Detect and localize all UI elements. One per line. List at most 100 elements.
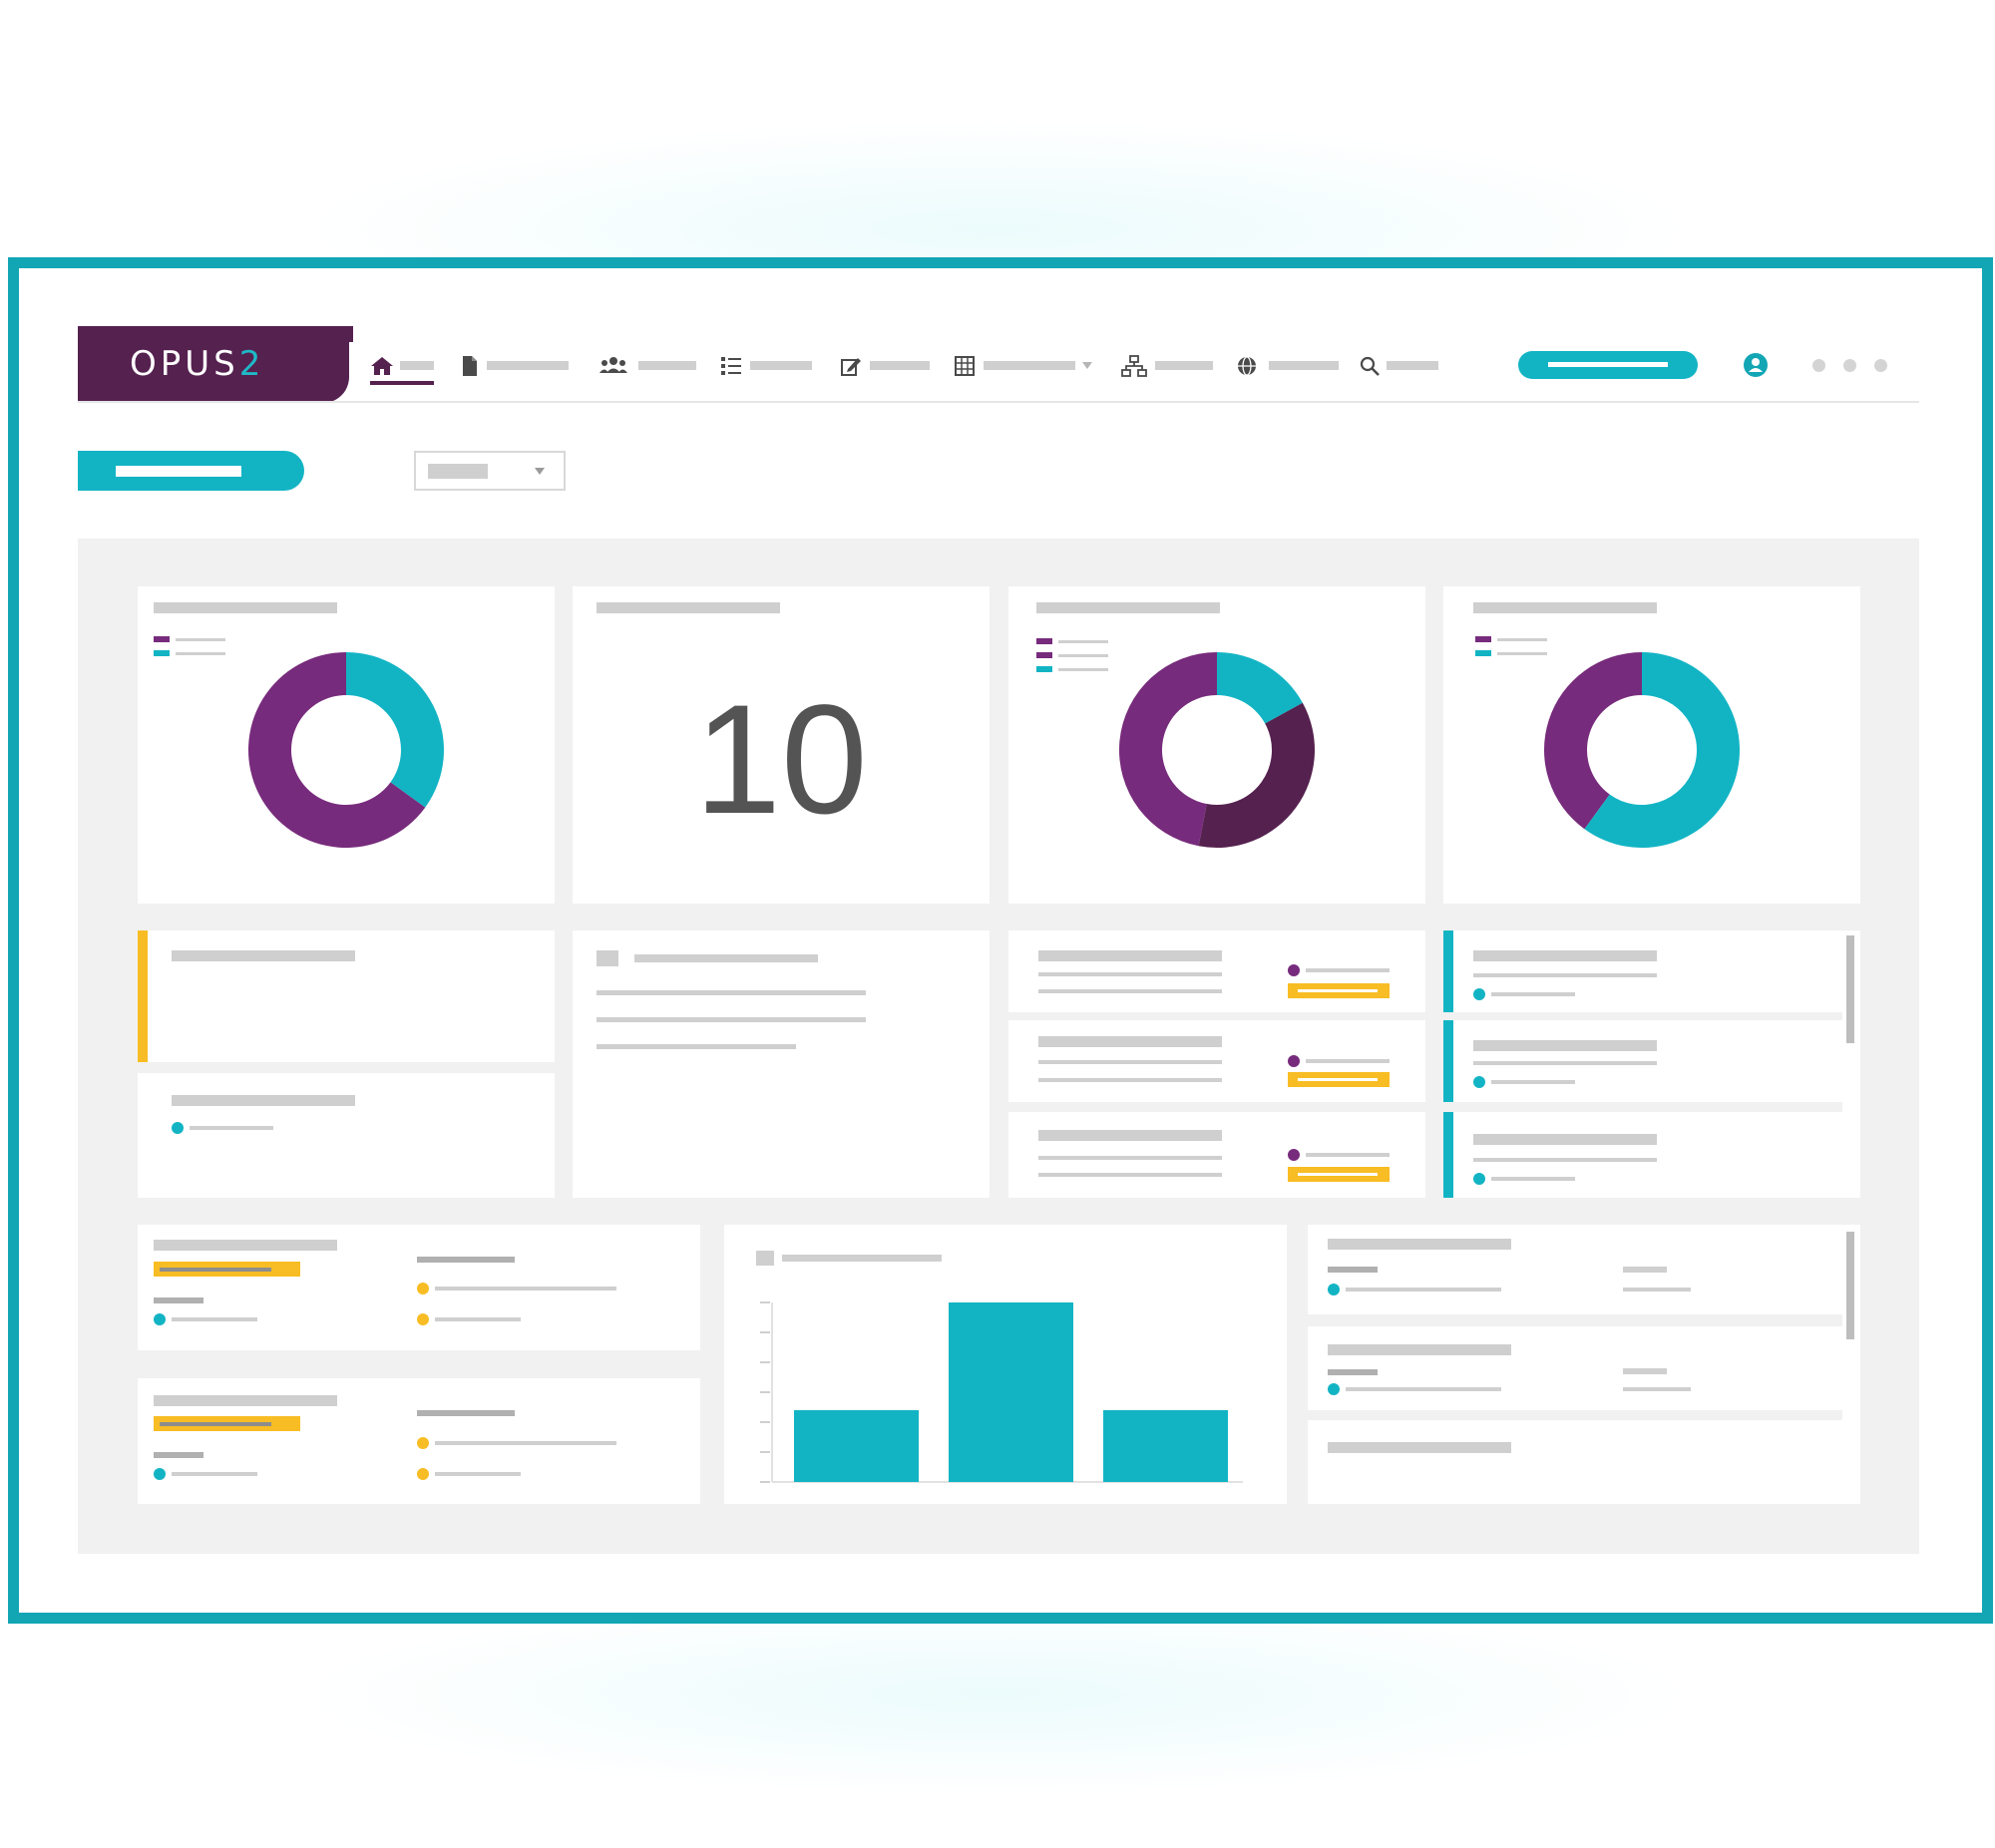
list-item[interactable] xyxy=(1443,1112,1842,1198)
button-label-placeholder xyxy=(1548,362,1668,367)
matter-meta-placeholder xyxy=(435,1287,616,1291)
item-text-placeholder xyxy=(1038,1060,1222,1064)
bar[interactable] xyxy=(949,1302,1073,1482)
bar[interactable] xyxy=(794,1410,919,1482)
item-text-placeholder xyxy=(1473,1158,1657,1162)
app-logo[interactable]: OPUS2 xyxy=(78,326,349,403)
donut-chart-card[interactable] xyxy=(1008,586,1425,904)
item-text-placeholder xyxy=(1038,989,1222,993)
primary-action-button[interactable] xyxy=(1518,351,1698,379)
note-text-placeholder xyxy=(597,990,866,995)
item-title-placeholder xyxy=(1038,1036,1222,1047)
create-button[interactable] xyxy=(78,451,304,491)
matter-title-placeholder xyxy=(154,1395,337,1406)
hierarchy-icon xyxy=(1121,355,1147,377)
grid-icon xyxy=(955,356,975,376)
list-item[interactable] xyxy=(1308,1420,1842,1504)
status-dot xyxy=(1328,1284,1340,1295)
nav-label-placeholder xyxy=(870,361,930,370)
item-title-placeholder xyxy=(1038,950,1222,961)
category-stripe xyxy=(1443,1112,1453,1198)
legend-label-placeholder xyxy=(176,638,225,641)
priority-stripe xyxy=(138,930,148,1062)
item-title-placeholder xyxy=(1473,1134,1657,1145)
task-title-placeholder xyxy=(172,1095,355,1106)
donut-chart xyxy=(247,652,444,848)
list-item[interactable] xyxy=(1443,930,1842,1012)
item-meta-placeholder xyxy=(1491,1080,1575,1084)
task-card[interactable] xyxy=(138,930,555,1062)
user-avatar[interactable] xyxy=(1744,353,1768,377)
scrollbar-thumb[interactable] xyxy=(1846,1232,1854,1339)
select-value-placeholder xyxy=(428,464,488,479)
status-dot xyxy=(1288,964,1300,976)
list-item[interactable] xyxy=(1308,1326,1842,1410)
status-dot xyxy=(1473,1076,1485,1088)
list-item[interactable] xyxy=(1008,930,1425,1012)
nav-label-placeholder xyxy=(400,361,434,370)
kpi-card[interactable]: 10 xyxy=(573,586,990,904)
note-thumbnail xyxy=(597,950,618,966)
people-icon xyxy=(599,357,627,373)
task-card[interactable] xyxy=(138,1073,555,1198)
scrollbar-thumb[interactable] xyxy=(1846,935,1854,1043)
item-text-placeholder xyxy=(1038,1173,1222,1177)
bar[interactable] xyxy=(1103,1410,1228,1482)
note-card[interactable] xyxy=(573,930,990,1198)
tag-badge xyxy=(1288,983,1390,998)
bar-chart-card[interactable] xyxy=(724,1225,1287,1504)
filter-select[interactable] xyxy=(414,451,566,491)
item-text-placeholder xyxy=(1038,1156,1222,1160)
list-item[interactable] xyxy=(1308,1225,1842,1314)
matter-card[interactable] xyxy=(138,1225,700,1350)
item-label-placeholder xyxy=(1328,1267,1378,1273)
donut-chart-card[interactable] xyxy=(1443,586,1860,904)
item-meta-placeholder xyxy=(1306,1059,1390,1063)
nav-label-placeholder xyxy=(750,361,812,370)
more-dot xyxy=(1874,359,1887,372)
note-title-placeholder xyxy=(634,954,818,962)
tag-badge xyxy=(154,1416,300,1431)
legend-swatch xyxy=(1036,652,1052,658)
search-icon xyxy=(1360,356,1380,376)
matter-meta-placeholder xyxy=(435,1317,521,1321)
status-dot xyxy=(154,1313,166,1325)
status-dot xyxy=(417,1313,429,1325)
status-dot xyxy=(1473,1173,1485,1185)
item-meta-placeholder xyxy=(1306,968,1390,972)
matter-label-placeholder xyxy=(417,1257,515,1263)
donut-chart-card[interactable] xyxy=(138,586,555,904)
active-tab-indicator xyxy=(370,381,434,385)
item-meta-placeholder xyxy=(1623,1387,1691,1391)
logo-text: OPUS2 xyxy=(130,344,265,384)
list-item[interactable] xyxy=(1008,1112,1425,1198)
item-meta-placeholder xyxy=(1491,992,1575,996)
card-title-placeholder xyxy=(1473,602,1657,613)
edit-icon xyxy=(841,358,861,376)
matter-label-placeholder xyxy=(154,1297,203,1303)
legend-swatch xyxy=(1036,638,1052,644)
legend-swatch xyxy=(154,650,170,656)
task-meta-placeholder xyxy=(190,1126,273,1130)
matter-card[interactable] xyxy=(138,1378,700,1504)
legend-swatch xyxy=(1036,666,1052,672)
status-dot xyxy=(1288,1149,1300,1161)
donut-slice xyxy=(1198,702,1315,848)
list-item[interactable] xyxy=(1443,1020,1842,1102)
list-item[interactable] xyxy=(1008,1020,1425,1102)
donut-chart xyxy=(1119,652,1315,848)
item-title-placeholder xyxy=(1328,1442,1511,1453)
more-dot xyxy=(1843,359,1856,372)
item-label-placeholder xyxy=(1328,1369,1378,1375)
item-date-placeholder xyxy=(1623,1368,1667,1374)
note-text-placeholder xyxy=(597,1044,796,1049)
note-text-placeholder xyxy=(597,1017,866,1022)
chevron-down-icon xyxy=(1082,362,1092,369)
status-dot xyxy=(1288,1055,1300,1067)
status-dot xyxy=(417,1283,429,1294)
nav-label-placeholder xyxy=(1387,361,1438,370)
tag-badge xyxy=(1288,1072,1390,1087)
legend-label-placeholder xyxy=(1058,668,1108,671)
background-glow xyxy=(299,1596,1696,1795)
status-dot xyxy=(417,1437,429,1449)
